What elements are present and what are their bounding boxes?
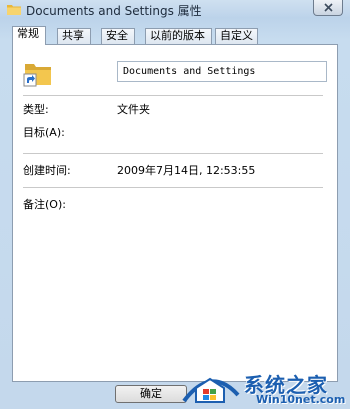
general-panel: Documents and Settings 类型: 文件夹 目标(A): 创建… — [12, 44, 338, 382]
tab-general[interactable]: 常规 — [12, 26, 46, 45]
divider — [23, 95, 323, 96]
folder-icon — [7, 5, 21, 15]
tab-security[interactable]: 安全 — [101, 28, 135, 44]
properties-window: Documents and Settings 属性 常规 共享 安全 以前的版本… — [0, 0, 350, 409]
folder-name-field[interactable]: Documents and Settings — [117, 61, 327, 82]
close-button[interactable] — [313, 0, 343, 16]
title-bar[interactable]: Documents and Settings 属性 — [0, 0, 350, 20]
close-icon — [324, 3, 333, 12]
created-label: 创建时间: — [23, 164, 71, 177]
divider — [23, 187, 323, 188]
house-logo-icon — [182, 377, 240, 403]
watermark-url: Win10net.com — [256, 393, 346, 406]
created-value: 2009年7月14日, 12:53:55 — [117, 164, 256, 177]
tab-sharing[interactable]: 共享 — [57, 28, 91, 44]
window-title: Documents and Settings 属性 — [26, 4, 202, 18]
ok-button[interactable]: 确定 — [115, 385, 187, 403]
divider — [23, 153, 323, 154]
folder-shortcut-icon — [23, 64, 51, 87]
tab-customize[interactable]: 自定义 — [215, 28, 258, 44]
watermark: 系统之家 Win10net.com — [178, 367, 350, 409]
type-value: 文件夹 — [117, 103, 150, 116]
comment-label: 备注(O): — [23, 198, 66, 211]
type-label: 类型: — [23, 103, 49, 116]
tab-previous-versions[interactable]: 以前的版本 — [145, 28, 212, 44]
target-label: 目标(A): — [23, 126, 65, 139]
